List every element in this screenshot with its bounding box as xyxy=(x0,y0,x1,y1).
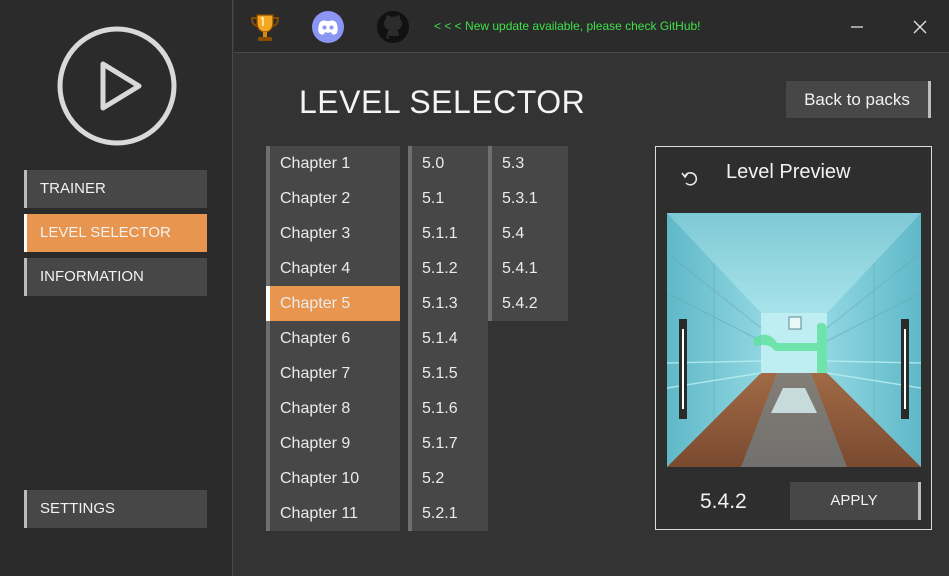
top-bar: < < < New update available, please check… xyxy=(234,0,949,53)
level-list-item[interactable]: 5.1 xyxy=(412,181,488,216)
chapter-list-item[interactable]: Chapter 6 xyxy=(270,321,400,356)
minimize-icon[interactable] xyxy=(844,14,870,40)
level-list-item[interactable]: 5.4.1 xyxy=(492,251,568,286)
level-list-item[interactable]: 5.1.3 xyxy=(412,286,488,321)
chapter-list-item[interactable]: Chapter 11 xyxy=(270,496,400,531)
apply-button[interactable]: APPLY xyxy=(790,482,921,520)
level-list-item[interactable]: 5.1.4 xyxy=(412,321,488,356)
page-title: LEVEL SELECTOR xyxy=(299,84,586,120)
chapter-list-item[interactable]: Chapter 9 xyxy=(270,426,400,461)
preview-title: Level Preview xyxy=(726,161,851,183)
github-icon[interactable] xyxy=(376,10,410,44)
update-notice: < < < New update available, please check… xyxy=(434,19,701,33)
level-list-item[interactable]: 5.1.2 xyxy=(412,251,488,286)
level-list-item[interactable]: 5.3.1 xyxy=(492,181,568,216)
level-list-item[interactable]: 5.1.7 xyxy=(412,426,488,461)
chapter-list-item[interactable]: Chapter 1 xyxy=(270,146,400,181)
level-list-item[interactable]: 5.3 xyxy=(492,146,568,181)
close-icon[interactable] xyxy=(907,14,933,40)
level-list-item[interactable]: 5.1.5 xyxy=(412,356,488,391)
trophy-icon[interactable] xyxy=(248,10,282,44)
play-circle-icon xyxy=(57,26,177,146)
nav-level-selector[interactable]: LEVEL SELECTOR xyxy=(24,214,207,252)
level-list-item[interactable]: 5.0 xyxy=(412,146,488,181)
refresh-icon[interactable] xyxy=(678,167,700,189)
level-list-item[interactable]: 5.4 xyxy=(492,216,568,251)
chapter-list-item[interactable]: Chapter 8 xyxy=(270,391,400,426)
level-list-item[interactable]: 5.4.2 xyxy=(492,286,568,321)
level-list-item[interactable]: 5.1.1 xyxy=(412,216,488,251)
chapter-list-item[interactable]: Chapter 7 xyxy=(270,356,400,391)
chapter-list-item[interactable]: Chapter 4 xyxy=(270,251,400,286)
level-list-item[interactable]: 5.2 xyxy=(412,461,488,496)
nav-information[interactable]: INFORMATION xyxy=(24,258,207,296)
chapter-list-item[interactable]: Chapter 5 xyxy=(266,286,400,321)
nav-settings[interactable]: SETTINGS xyxy=(24,490,207,528)
chapter-list-item[interactable]: Chapter 3 xyxy=(270,216,400,251)
nav-trainer[interactable]: TRAINER xyxy=(24,170,207,208)
sidebar: TRAINER LEVEL SELECTOR INFORMATION SETTI… xyxy=(0,0,233,576)
chapter-list-item[interactable]: Chapter 2 xyxy=(270,181,400,216)
selected-level-name: 5.4.2 xyxy=(700,490,747,513)
level-list-1: 5.0 5.1 5.1.1 5.1.2 5.1.3 5.1.4 5.1.5 5.1.6 5.1.… xyxy=(408,146,488,531)
chapter-list-item[interactable]: Chapter 10 xyxy=(270,461,400,496)
back-to-packs-button[interactable]: Back to packs xyxy=(786,81,931,118)
discord-icon[interactable] xyxy=(311,10,345,44)
level-preview-image xyxy=(667,213,921,467)
level-list-2: 5.3 5.3.1 5.4 5.4.1 5.4.2 xyxy=(488,146,568,321)
chapter-list: Chapter 1 Chapter 2 Chapter 3 Chapter 4 Chap… xyxy=(266,146,400,531)
level-list-item[interactable]: 5.2.1 xyxy=(412,496,488,531)
level-preview-panel: Level Preview 5.4.2 APPLY xyxy=(655,146,932,530)
level-list-item[interactable]: 5.1.6 xyxy=(412,391,488,426)
